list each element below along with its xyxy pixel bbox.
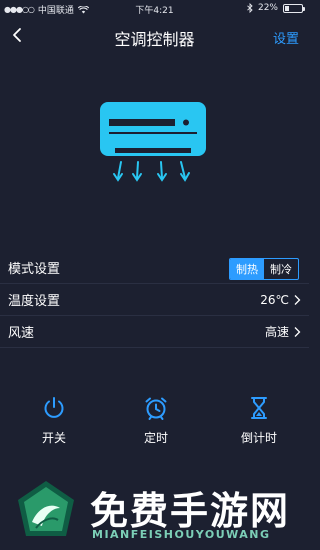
mode-setting-label: 模式设置 [8, 262, 61, 277]
settings-list: 模式设置 制热 制冷 温度设置 26℃ 风速 高速 [0, 252, 309, 348]
air-conditioner-icon [100, 102, 206, 182]
watermark-logo-icon [18, 481, 74, 536]
temperature-value: 26℃ [260, 292, 289, 307]
wind-speed-value-group[interactable]: 高速 [265, 316, 301, 347]
power-icon [44, 397, 64, 418]
timer-label: 定时 [143, 431, 168, 445]
nav-bar: 空调控制器 设置 [0, 18, 309, 54]
page-title: 空调控制器 [114, 30, 195, 49]
timer-button[interactable]: 定时 [121, 395, 191, 446]
status-bar: ●●●○○ 中国联通 下午4:21 22% [0, 0, 309, 18]
temperature-setting-row[interactable]: 温度设置 26℃ [0, 284, 309, 316]
battery-level [285, 5, 289, 11]
power-label: 开关 [41, 431, 66, 445]
mode-option-heat[interactable]: 制热 [230, 259, 264, 279]
mode-segmented-control: 制热 制冷 [229, 258, 299, 280]
alarm-clock-icon [145, 397, 167, 420]
status-right: 22% [247, 3, 305, 13]
battery-icon [283, 3, 305, 13]
mode-setting-row: 模式设置 制热 制冷 [0, 252, 309, 284]
temperature-setting-label: 温度设置 [8, 294, 61, 309]
bluetooth-icon [247, 3, 253, 13]
wind-speed-label: 风速 [8, 326, 35, 341]
settings-button[interactable]: 设置 [273, 28, 299, 47]
hourglass-icon [251, 397, 267, 419]
watermark-text: 免费手游网 [90, 489, 291, 533]
chevron-right-icon [294, 294, 301, 305]
watermark: 免费手游网 MIANFEISHOUYOUWANG [0, 470, 309, 550]
wind-speed-value: 高速 [264, 325, 289, 339]
watermark-subtext: MIANFEISHOUYOUWANG [92, 528, 271, 541]
countdown-label: 倒计时 [240, 431, 277, 445]
wind-speed-row[interactable]: 风速 高速 [0, 316, 309, 348]
chevron-right-icon [294, 326, 301, 337]
action-bar: 开关 定时 倒计时 [0, 395, 309, 455]
battery-percent: 22% [257, 3, 278, 13]
temperature-value-group[interactable]: 26℃ [260, 284, 301, 315]
countdown-button[interactable]: 倒计时 [224, 395, 294, 446]
mode-option-cool[interactable]: 制冷 [264, 259, 298, 279]
power-button[interactable]: 开关 [19, 395, 89, 446]
